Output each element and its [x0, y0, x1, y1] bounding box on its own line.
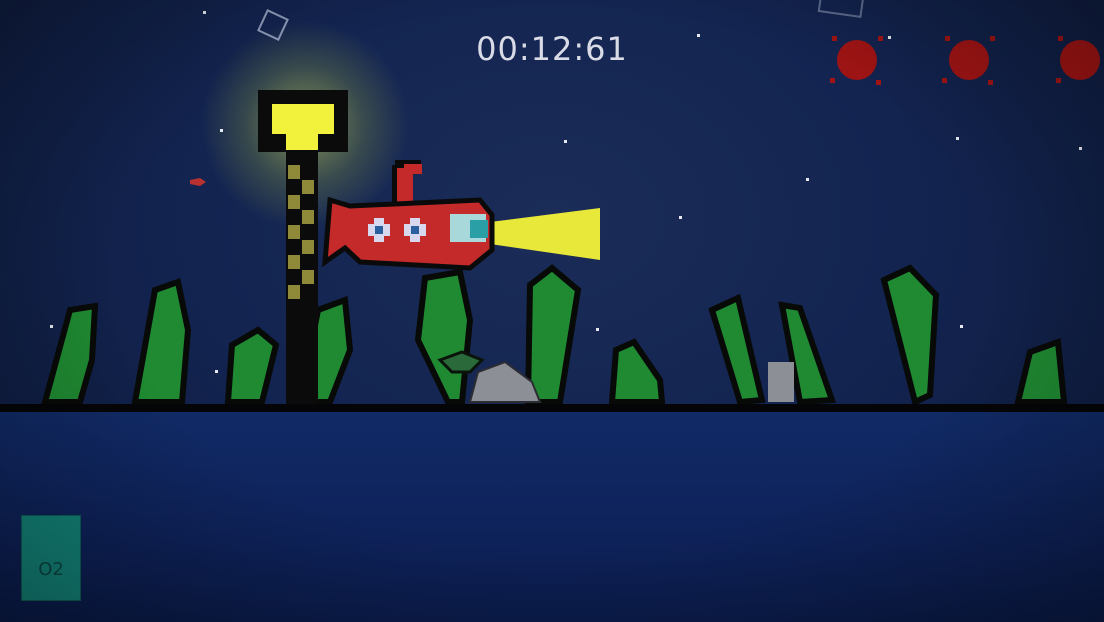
oxygen-label: O2 [38, 559, 64, 580]
elapsed-timer: 00:12:61 [476, 30, 628, 68]
oxygen-gauge: O2 [21, 515, 81, 601]
life-marker-icon [830, 36, 883, 85]
life-marker-icon [1056, 36, 1100, 83]
headlight-beam [490, 208, 600, 260]
life-marker-icon [942, 36, 995, 85]
water-area [0, 412, 1104, 622]
game-scene: 00:12:61 O2 [0, 0, 1104, 622]
